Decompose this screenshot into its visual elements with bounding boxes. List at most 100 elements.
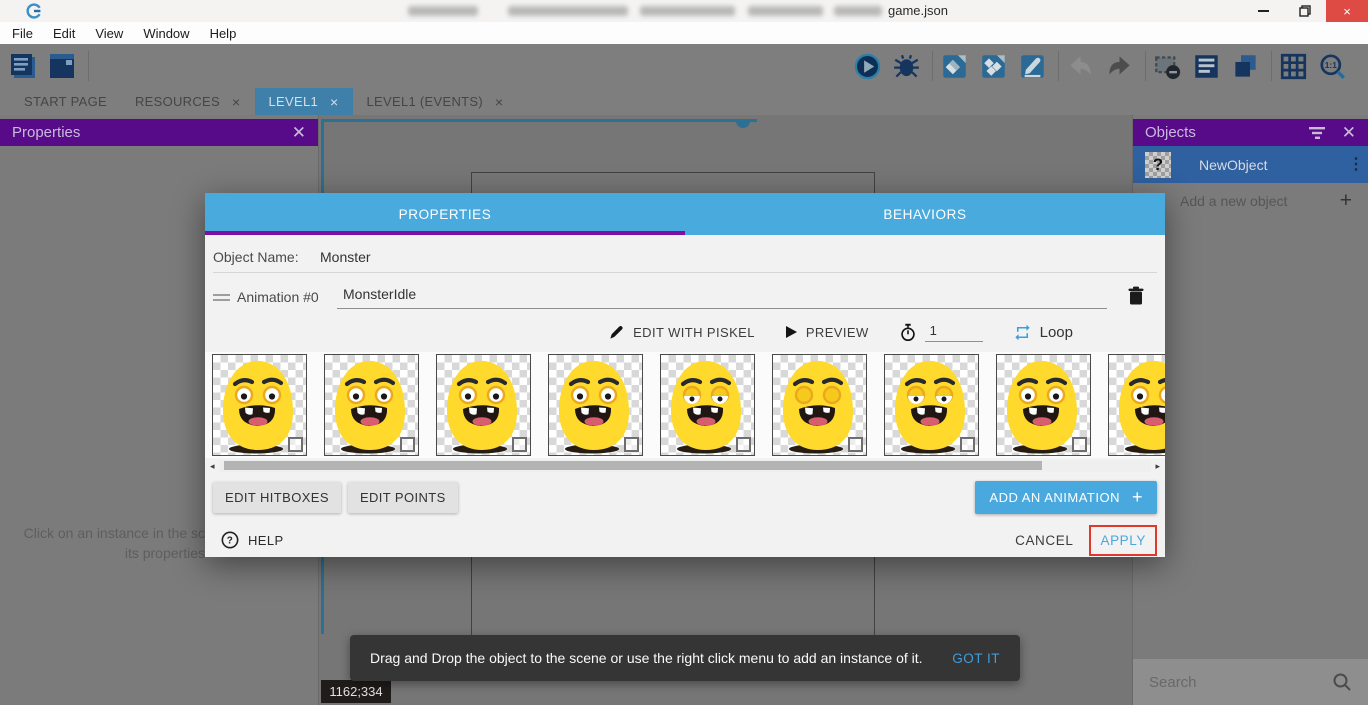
edit-with-piskel-button[interactable]: EDIT WITH PISKEL <box>609 324 755 340</box>
tab-close-icon[interactable]: × <box>232 94 240 110</box>
animation-frame-8[interactable] <box>1108 354 1165 456</box>
frame-checkbox[interactable] <box>1072 437 1087 452</box>
edit-points-button[interactable]: EDIT POINTS <box>348 482 458 513</box>
tab-start-page[interactable]: START PAGE <box>10 88 121 115</box>
tab-resources[interactable]: RESOURCES × <box>121 88 255 115</box>
add-animation-button[interactable]: ADD AN ANIMATION + <box>975 481 1157 514</box>
object-list-item[interactable]: ? NewObject ⋮ <box>1133 146 1368 183</box>
got-it-button[interactable]: GOT IT <box>952 651 1000 666</box>
help-button[interactable]: ? HELP <box>221 531 284 549</box>
plus-icon: + <box>1132 487 1143 508</box>
edit-hitboxes-button[interactable]: EDIT HITBOXES <box>213 482 341 513</box>
close-icon[interactable]: ✕ <box>292 123 306 143</box>
object-menu-icon[interactable]: ⋮ <box>1348 160 1356 169</box>
frame-checkbox[interactable] <box>624 437 639 452</box>
edit-events-icon[interactable] <box>1019 53 1046 80</box>
tab-close-icon[interactable]: × <box>495 94 503 110</box>
toolbar-separator <box>1145 51 1146 81</box>
frame-checkbox[interactable] <box>848 437 863 452</box>
tab-level1-events-[interactable]: LEVEL1 (EVENTS)× <box>353 88 518 115</box>
preview-play-icon[interactable] <box>854 53 881 80</box>
grid-icon[interactable] <box>1280 53 1307 80</box>
restore-button[interactable] <box>1284 0 1326 22</box>
objects-panel-header: Objects ✕ <box>1133 119 1368 146</box>
app-content: 1:1 START PAGERESOURCES×LEVEL1×LEVEL1 (E… <box>0 44 1368 705</box>
frame-checkbox[interactable] <box>400 437 415 452</box>
menu-window[interactable]: Window <box>133 26 199 41</box>
pencil-icon <box>609 324 625 340</box>
preview-button[interactable]: PREVIEW <box>785 325 869 340</box>
delete-animation-button[interactable] <box>1123 286 1149 309</box>
minimize-button[interactable] <box>1242 0 1284 22</box>
drag-handle-icon[interactable] <box>213 291 230 304</box>
instance-properties-icon[interactable] <box>1193 53 1220 80</box>
delete-instance-icon[interactable] <box>1154 53 1181 80</box>
animation-name-input[interactable]: MonsterIdle <box>337 286 1107 309</box>
objects-search-field[interactable]: Search <box>1133 659 1368 705</box>
zoom-original-icon[interactable]: 1:1 <box>1319 53 1346 80</box>
svg-text:?: ? <box>227 536 233 547</box>
restore-icon <box>1299 5 1311 17</box>
animation-frame-6[interactable] <box>884 354 979 456</box>
animation-row: Animation #0 MonsterIdle <box>213 282 1157 312</box>
time-between-frames-field[interactable]: 1 <box>899 323 983 342</box>
tab-label: LEVEL1 <box>269 94 319 109</box>
animation-frame-3[interactable] <box>548 354 643 456</box>
filter-icon[interactable] <box>1309 126 1326 140</box>
frame-checkbox[interactable] <box>960 437 975 452</box>
toolbar-separator <box>932 51 933 81</box>
loop-toggle[interactable]: Loop <box>1013 323 1073 342</box>
redacted-title-text <box>748 6 823 16</box>
scroll-right-icon[interactable]: ▸ <box>1155 460 1160 472</box>
frames-scrollbar[interactable]: ◂ ▸ <box>219 460 1151 472</box>
tab-close-icon[interactable]: × <box>330 94 338 110</box>
tab-level1[interactable]: LEVEL1 × <box>255 88 353 115</box>
layers-icon[interactable] <box>1232 53 1259 80</box>
apply-button[interactable]: APPLY <box>1091 527 1155 554</box>
help-icon: ? <box>221 531 239 549</box>
cancel-button[interactable]: CANCEL <box>1005 525 1083 556</box>
cursor-coordinates: 1162;334 <box>321 680 391 703</box>
menu-help[interactable]: Help <box>200 26 247 41</box>
object-name-input[interactable]: Monster <box>320 249 371 265</box>
menu-bar: FileEditViewWindowHelp <box>0 22 1368 44</box>
debug-icon[interactable] <box>893 53 920 80</box>
scrollbar-thumb[interactable] <box>224 461 1042 470</box>
frame-checkbox[interactable] <box>288 437 303 452</box>
tab-label: RESOURCES <box>135 94 220 109</box>
menu-view[interactable]: View <box>85 26 133 41</box>
scroll-left-icon[interactable]: ◂ <box>210 460 215 472</box>
animation-frame-1[interactable] <box>324 354 419 456</box>
object-name-row: Object Name: Monster <box>213 246 1157 273</box>
properties-hint: Click on an instance in the sc its prope… <box>0 523 205 563</box>
animation-frame-2[interactable] <box>436 354 531 456</box>
project-manager-icon[interactable] <box>10 53 37 80</box>
start-page-icon[interactable] <box>49 53 76 80</box>
trash-icon <box>1128 286 1144 306</box>
undo-icon[interactable] <box>1067 53 1094 80</box>
tab-properties[interactable]: PROPERTIES <box>205 193 685 235</box>
menu-file[interactable]: File <box>2 26 43 41</box>
redo-icon[interactable] <box>1106 53 1133 80</box>
snackbar: Drag and Drop the object to the scene or… <box>350 635 1020 681</box>
close-button[interactable]: × <box>1326 0 1368 22</box>
animation-frame-7[interactable] <box>996 354 1091 456</box>
edit-scene-icon[interactable] <box>941 53 968 80</box>
animation-frame-4[interactable] <box>660 354 755 456</box>
external-layout-icon[interactable] <box>980 53 1007 80</box>
menu-edit[interactable]: Edit <box>43 26 85 41</box>
frame-checkbox[interactable] <box>736 437 751 452</box>
frame-checkbox[interactable] <box>512 437 527 452</box>
title-bar: game.json × <box>0 0 1368 22</box>
scene-window-border-handle[interactable] <box>736 119 750 128</box>
hitbox-buttons-row: EDIT HITBOXES EDIT POINTS ADD AN ANIMATI… <box>213 482 1157 513</box>
time-value-input[interactable]: 1 <box>925 323 983 342</box>
objects-panel: Objects ✕ ? NewObject ⋮ Add a new object… <box>1132 115 1368 705</box>
animation-frame-0[interactable] <box>212 354 307 456</box>
tab-behaviors[interactable]: BEHAVIORS <box>685 193 1165 235</box>
redacted-title-text <box>508 6 628 16</box>
animation-frame-5[interactable] <box>772 354 867 456</box>
add-object-row[interactable]: Add a new object + <box>1133 183 1368 219</box>
close-icon[interactable]: ✕ <box>1342 123 1356 143</box>
timer-icon <box>899 323 917 342</box>
